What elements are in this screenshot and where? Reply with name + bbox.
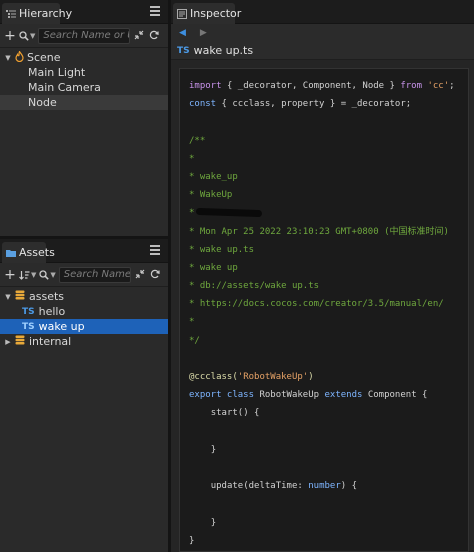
code-line: * bbox=[189, 204, 468, 222]
tree-item-main-light[interactable]: Main Light bbox=[0, 65, 168, 80]
assets-search-input[interactable]: Search Name bbox=[58, 266, 131, 283]
folder-icon bbox=[6, 248, 16, 258]
tree-item-label: assets bbox=[29, 290, 65, 303]
typescript-icon: TS bbox=[22, 306, 35, 317]
code-line: * WakeUp bbox=[189, 190, 233, 201]
expand-arrow-icon[interactable]: ▶ bbox=[4, 338, 12, 346]
code-line: * bbox=[189, 317, 195, 328]
code-preview[interactable]: import { _decorator, Component, Node } f… bbox=[179, 68, 469, 552]
tree-item-label: Scene bbox=[27, 51, 61, 64]
hierarchy-menu-icon[interactable] bbox=[150, 6, 160, 16]
tree-item-node[interactable]: Node bbox=[0, 95, 168, 110]
hierarchy-icon bbox=[6, 9, 16, 19]
tree-item-label: internal bbox=[29, 335, 72, 348]
chevron-down-icon: ▼ bbox=[31, 270, 37, 279]
expand-arrow-icon[interactable]: ▼ bbox=[4, 293, 12, 301]
code-line: * https://docs.cocos.com/creator/3.5/man… bbox=[189, 299, 444, 310]
tab-assets-label: Assets bbox=[19, 246, 55, 259]
inspector-icon bbox=[177, 8, 187, 19]
code-line: } bbox=[210, 444, 217, 455]
search-type-select[interactable]: ▼ bbox=[39, 269, 56, 280]
redaction-mark bbox=[196, 208, 263, 218]
sort-select[interactable]: ▼ bbox=[19, 270, 36, 280]
database-icon bbox=[15, 290, 25, 303]
code-line: * Mon Apr 25 2022 23:10:23 GMT+0800 (中国标… bbox=[189, 226, 449, 237]
code-line: start() { bbox=[210, 408, 260, 419]
assets-tree: ▼ assets TS hello TS wake up ▶ internal bbox=[0, 287, 168, 349]
hierarchy-panel: Hierarchy + ▼ Search Name or UUID ▼ bbox=[0, 0, 168, 236]
tree-item-label: Main Light bbox=[28, 66, 86, 79]
tree-item-label: hello bbox=[38, 305, 66, 318]
code-line: const { ccclass, property } = _decorator… bbox=[189, 99, 412, 110]
chevron-down-icon: ▼ bbox=[30, 31, 36, 40]
hierarchy-search-input[interactable]: Search Name or UUID bbox=[38, 27, 131, 44]
code-line: * db://assets/wake up.ts bbox=[189, 281, 320, 292]
code-line: * wake up bbox=[189, 262, 238, 273]
code-line: export class RobotWakeUp extends Compone… bbox=[189, 390, 428, 401]
tab-inspector[interactable]: Inspector bbox=[173, 3, 241, 24]
inspector-nav: ◀ ▶ bbox=[171, 24, 474, 42]
tree-item-label: Node bbox=[28, 96, 57, 109]
search-type-select[interactable]: ▼ bbox=[19, 30, 36, 41]
database-icon bbox=[15, 335, 25, 348]
inspector-file-header: TS wake up.ts bbox=[171, 42, 474, 60]
assets-menu-icon[interactable] bbox=[150, 245, 160, 255]
tab-inspector-label: Inspector bbox=[190, 7, 242, 20]
hierarchy-tabbar: Hierarchy bbox=[0, 0, 168, 24]
search-icon bbox=[39, 269, 50, 280]
tree-item-hello[interactable]: TS hello bbox=[0, 304, 168, 319]
tree-item-label: wake up bbox=[38, 320, 85, 333]
inspector-panel: Inspector ◀ ▶ TS wake up.ts import { _de… bbox=[171, 0, 474, 552]
add-asset-icon[interactable]: + bbox=[4, 268, 16, 282]
code-line: } bbox=[210, 517, 217, 528]
tab-hierarchy-label: Hierarchy bbox=[19, 7, 73, 20]
scene-icon bbox=[15, 49, 24, 65]
tree-item-scene[interactable]: ▼ Scene bbox=[0, 49, 168, 65]
code-line: * bbox=[189, 153, 195, 164]
refresh-icon[interactable] bbox=[148, 30, 160, 42]
typescript-icon: TS bbox=[22, 321, 35, 332]
inspector-file-name: wake up.ts bbox=[193, 44, 254, 57]
sort-icon bbox=[19, 270, 30, 280]
code-line: /** bbox=[189, 135, 206, 146]
back-arrow-icon[interactable]: ◀ bbox=[179, 28, 186, 38]
expand-arrow-icon[interactable]: ▼ bbox=[4, 54, 12, 62]
tab-hierarchy[interactable]: Hierarchy bbox=[2, 3, 72, 24]
assets-panel: Assets + ▼ ▼ Search Name ▼ assets TS hel… bbox=[0, 239, 168, 552]
typescript-icon: TS bbox=[177, 45, 190, 56]
tree-item-label: Main Camera bbox=[28, 81, 101, 94]
tree-item-wake-up[interactable]: TS wake up bbox=[0, 319, 168, 334]
assets-tabbar: Assets bbox=[0, 239, 168, 263]
add-node-icon[interactable]: + bbox=[4, 29, 16, 43]
left-column: Hierarchy + ▼ Search Name or UUID ▼ bbox=[0, 0, 168, 552]
code-line: * wake up.ts bbox=[189, 244, 255, 255]
code-line: update(deltaTime: number) { bbox=[210, 481, 358, 492]
code-line: */ bbox=[189, 335, 200, 346]
chevron-down-icon: ▼ bbox=[50, 270, 56, 279]
code-line: } bbox=[189, 535, 195, 546]
forward-arrow-icon[interactable]: ▶ bbox=[200, 28, 207, 38]
tab-assets[interactable]: Assets bbox=[2, 242, 55, 263]
inspector-tabbar: Inspector bbox=[171, 0, 474, 24]
tree-item-internal[interactable]: ▶ internal bbox=[0, 334, 168, 349]
search-icon bbox=[19, 30, 29, 41]
code-line: import { _decorator, Component, Node } f… bbox=[189, 81, 455, 91]
refresh-icon[interactable] bbox=[149, 269, 161, 281]
code-line: @ccclass('RobotWakeUp') bbox=[189, 372, 314, 382]
hierarchy-tree: ▼ Scene Main Light Main Camera Node bbox=[0, 48, 168, 110]
code-line: * wake_up bbox=[189, 171, 238, 182]
collapse-all-icon[interactable] bbox=[133, 30, 145, 42]
tree-item-assets[interactable]: ▼ assets bbox=[0, 289, 168, 304]
tree-item-main-camera[interactable]: Main Camera bbox=[0, 80, 168, 95]
collapse-all-icon[interactable] bbox=[134, 269, 146, 281]
assets-toolbar: + ▼ ▼ Search Name bbox=[0, 263, 168, 287]
hierarchy-toolbar: + ▼ Search Name or UUID bbox=[0, 24, 168, 48]
